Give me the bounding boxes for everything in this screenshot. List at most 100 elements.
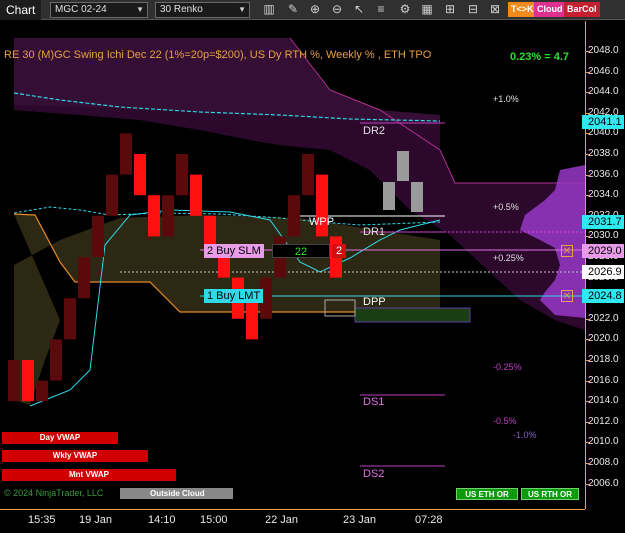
time-label: 19 Jan [79, 514, 113, 526]
cloud-toggle-button[interactable]: Cloud [534, 2, 566, 17]
chart-canvas[interactable]: RE 30 (M)GC Swing Ichi Dec 22 (1%=20p=$2… [0, 21, 585, 509]
renko-brick [411, 182, 423, 212]
order-count[interactable]: 2 [332, 244, 346, 258]
price-tick-mark [585, 236, 589, 238]
order-quantity[interactable]: 22 [272, 244, 330, 258]
time-label: 15:00 [200, 514, 228, 526]
layout-icon[interactable]: ⊠ [488, 2, 502, 17]
price-tick-mark [585, 112, 589, 114]
renko-brick [120, 133, 132, 175]
renko-brick [176, 154, 188, 196]
zoom-out-icon[interactable]: ⊖ [330, 2, 344, 17]
buy-lmt-order-tag[interactable]: 1 Buy LMT [204, 289, 264, 303]
renko-brick [246, 298, 258, 340]
price-tag-2024: 2024.8 [582, 289, 624, 303]
level-dpp-label: DPP [363, 296, 386, 308]
pct-level-label: +0.5% [493, 202, 519, 212]
price-tick-mark [585, 154, 589, 155]
grid-icon[interactable]: ▦ [420, 2, 434, 17]
grid-icon[interactable]: ⊟ [466, 2, 480, 17]
tpo-box [354, 307, 471, 323]
buy-slm-order-tag[interactable]: 2 Buy SLM [204, 244, 264, 258]
renko-brick [288, 195, 300, 237]
us-rth-or-button[interactable]: US RTH OR [521, 488, 579, 500]
properties-icon[interactable]: ≡ [374, 2, 388, 17]
indicator-icon[interactable]: ⊞ [443, 2, 457, 17]
price-tag-2041: 2041.1 [582, 115, 624, 129]
price-tick-label: 2040.0 [588, 127, 619, 139]
pencil-icon[interactable]: ✎ [286, 2, 300, 17]
pct-level-label: +0.25% [493, 253, 524, 263]
price-tick-mark [585, 360, 589, 361]
level-dr2-label: DR2 [363, 125, 386, 137]
price-tick-mark [585, 442, 589, 444]
renko-brick [78, 257, 90, 299]
renko-brick [218, 257, 230, 278]
chevron-down-icon: ▼ [238, 5, 246, 14]
renko-brick [64, 298, 76, 340]
level-ds1-label: DS1 [363, 396, 385, 408]
strategy-icon[interactable]: ⚙ [398, 2, 412, 17]
bar-type-select[interactable]: 30 Renko ▼ [155, 2, 250, 18]
price-tick-mark [585, 92, 589, 94]
renko-brick [106, 174, 118, 216]
time-label: 07:28 [415, 514, 443, 526]
percent-readout: 0.23% = 4.7 [510, 51, 570, 63]
watermark: © 2024 NinjaTrader, LLC [4, 488, 104, 498]
renko-brick [8, 360, 20, 402]
barcol-toggle-button[interactable]: BarCol [564, 2, 600, 17]
pct-level-label: +1.0% [493, 94, 519, 104]
renko-brick [134, 154, 146, 196]
renko-brick [302, 154, 314, 196]
price-tick-mark [585, 339, 589, 341]
window-title: Chart [0, 0, 42, 20]
chevron-down-icon: ▼ [136, 5, 144, 14]
renko-brick [148, 195, 160, 237]
time-label: 14:10 [148, 514, 176, 526]
price-tick-label: 2036.0 [588, 168, 619, 180]
weekly-vwap-label: Wkly VWAP [2, 450, 148, 462]
price-tick-mark [585, 380, 589, 382]
price-tick-mark [585, 51, 589, 52]
close-icon[interactable]: ✕ [561, 245, 573, 257]
price-tick-label: 2008.0 [588, 457, 619, 468]
chart-window: Chart MGC 02-24 ▼ 30 Renko ▼ ▥ ✎ ⊕ ⊖ ↖ ≡… [0, 0, 625, 533]
price-tick-label: 2014.0 [588, 395, 619, 407]
price-tick-label: 2006.0 [588, 477, 619, 489]
time-label: 22 Jan [265, 514, 299, 526]
price-tick-mark [585, 71, 589, 73]
monthly-vwap-label: Mnt VWAP [2, 469, 176, 481]
cursor-icon[interactable]: ↖ [352, 2, 366, 17]
price-tick-label: 2046.0 [588, 65, 619, 77]
price-tick-label: 2012.0 [588, 415, 619, 427]
price-tick-mark [585, 318, 589, 320]
renko-brick [162, 195, 174, 237]
instrument-select[interactable]: MGC 02-24 ▼ [50, 2, 148, 18]
price-tick-label: 2016.0 [588, 374, 619, 386]
bars-icon[interactable]: ▥ [262, 2, 276, 17]
day-vwap-label: Day VWAP [2, 432, 118, 444]
price-tick-mark [585, 463, 589, 464]
price-tick-mark [585, 421, 589, 423]
us-eth-or-button[interactable]: US ETH OR [456, 488, 518, 500]
time-label: 15:35 [28, 514, 56, 526]
renko-brick [190, 174, 202, 216]
price-tick-label: 2018.0 [588, 354, 619, 365]
close-icon[interactable]: ✕ [561, 290, 573, 302]
tk-toggle-button[interactable]: T<>K [508, 2, 537, 17]
renko-brick [36, 380, 48, 402]
renko-brick [397, 151, 409, 181]
zoom-in-icon[interactable]: ⊕ [308, 2, 322, 17]
pct-level-label: -1.0% [513, 430, 537, 440]
price-tick-label: 2030.0 [588, 230, 619, 242]
price-tick-label: 2020.0 [588, 333, 619, 345]
price-tag-last: 2026.9 [582, 265, 624, 279]
renko-brick [22, 360, 34, 402]
price-tick-label: 2044.0 [588, 86, 619, 98]
price-tick-mark [585, 401, 589, 403]
level-ds2-label: DS2 [363, 468, 385, 480]
time-label: 23 Jan [343, 514, 377, 526]
price-tick-label: 2038.0 [588, 148, 619, 159]
level-dr1-label: DR1 [363, 226, 386, 238]
price-tick-label: 2022.0 [588, 312, 619, 324]
